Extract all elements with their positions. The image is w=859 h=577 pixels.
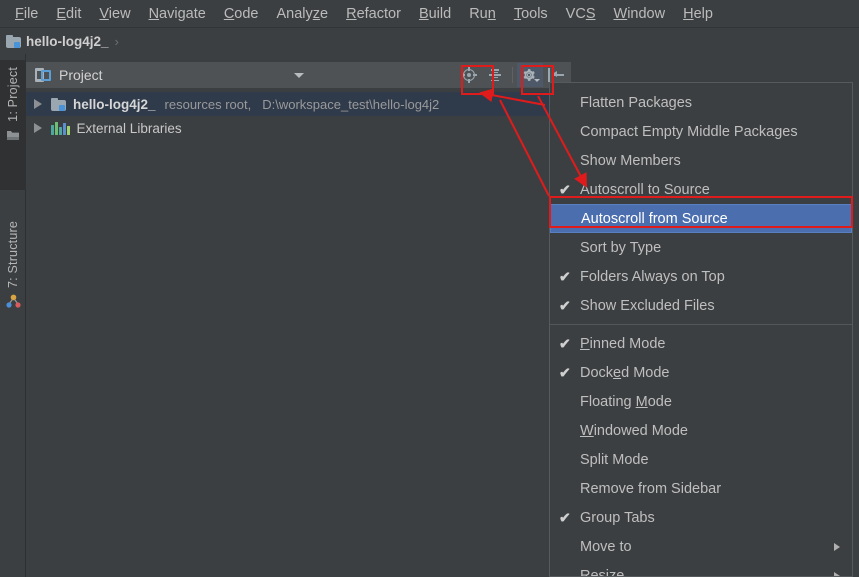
menu-item-label: Pinned Mode <box>580 335 666 352</box>
tool-window-button-structure[interactable]: 7: Structure <box>0 214 26 344</box>
tool-window-button-structure-label: 7: Structure <box>6 221 20 289</box>
tree-node-label: External Libraries <box>76 120 182 136</box>
check-icon: ✔ <box>559 364 571 380</box>
menu-item-label: Group Tabs <box>580 509 655 526</box>
ide-window: File Edit View Navigate Code Analyze Refactor B… <box>0 0 859 577</box>
menu-item-sort-by-type[interactable]: Sort by Type <box>550 233 852 262</box>
menu-window[interactable]: Window <box>605 3 675 25</box>
toolbar-separator <box>512 67 513 83</box>
breadcrumb-label: hello-log4j2_ <box>26 33 109 49</box>
breadcrumb-project[interactable]: hello-log4j2_ <box>6 34 109 49</box>
menu-item-show-excluded-files[interactable]: ✔ Show Excluded Files <box>550 291 852 320</box>
menu-item-label: Autoscroll to Source <box>580 181 710 198</box>
tool-window-button-project[interactable]: 1: Project <box>0 60 26 190</box>
collapse-all-button[interactable] <box>482 63 508 87</box>
menu-item-label: Compact Empty Middle Packages <box>580 123 798 140</box>
menu-item-floating-mode[interactable]: Floating Mode <box>550 387 852 416</box>
tree-row[interactable]: External Libraries <box>26 116 571 140</box>
breadcrumb-separator: › <box>114 33 119 49</box>
gear-icon <box>522 67 540 83</box>
menu-item-move-to[interactable]: Move to <box>550 532 852 561</box>
menu-item-label: Resize <box>580 567 625 577</box>
menu-code[interactable]: Code <box>215 3 268 25</box>
menu-item-label: Split Mode <box>580 451 649 468</box>
menu-item-split-mode[interactable]: Split Mode <box>550 445 852 474</box>
menu-navigate[interactable]: Navigate <box>140 3 215 25</box>
menu-item-label: Show Members <box>580 152 681 169</box>
menu-item-folders-always-on-top[interactable]: ✔ Folders Always on Top <box>550 262 852 291</box>
menu-item-pinned-mode[interactable]: ✔ Pinned Mode <box>550 329 852 358</box>
menu-run[interactable]: Run <box>460 3 505 25</box>
libraries-icon <box>51 121 70 135</box>
target-icon <box>461 67 477 83</box>
project-tree: hello-log4j2_ resources root, D:\workspace… <box>26 92 571 140</box>
menu-item-label: Remove from Sidebar <box>580 480 722 497</box>
menu-help[interactable]: Help <box>674 3 722 25</box>
check-icon: ✔ <box>559 509 571 525</box>
menu-separator <box>550 324 852 325</box>
menu-item-autoscroll-to-source[interactable]: ✔ Autoscroll to Source <box>550 175 852 204</box>
project-icon <box>6 128 20 147</box>
module-folder-icon <box>6 34 21 48</box>
menu-item-label: Autoscroll from Source <box>581 210 728 227</box>
menu-item-resize[interactable]: Resize <box>550 561 852 577</box>
menu-view[interactable]: View <box>90 3 139 25</box>
submenu-arrow-icon <box>834 542 840 551</box>
menu-item-label: Floating Mode <box>580 393 672 410</box>
tree-row[interactable]: hello-log4j2_ resources root, D:\workspace… <box>26 92 571 116</box>
tree-node-path: D:\workspace_test\hello-log4j2 <box>262 96 440 112</box>
left-tool-window-strip: 1: Project 7: Structure <box>0 54 26 577</box>
menu-refactor[interactable]: Refactor <box>337 3 410 25</box>
menu-item-label: Windowed Mode <box>580 422 689 439</box>
menu-analyze[interactable]: Analyze <box>268 3 338 25</box>
collapse-all-icon <box>487 67 503 83</box>
menu-item-group-tabs[interactable]: ✔ Group Tabs <box>550 503 852 532</box>
menu-item-label: Docked Mode <box>580 364 670 381</box>
menu-item-compact-empty-middle-packages[interactable]: Compact Empty Middle Packages <box>550 117 852 146</box>
gear-dropdown-caret <box>533 79 540 82</box>
select-opened-file-button[interactable] <box>456 63 482 87</box>
show-options-menu-button[interactable] <box>517 63 543 87</box>
expand-arrow-icon[interactable] <box>34 99 42 109</box>
check-icon: ✔ <box>559 181 571 197</box>
menu-item-label: Sort by Type <box>580 239 662 256</box>
main-menu-bar: File Edit View Navigate Code Analyze Refactor B… <box>0 0 859 28</box>
check-icon: ✔ <box>559 297 571 313</box>
module-folder-icon <box>51 97 66 111</box>
menu-item-windowed-mode[interactable]: Windowed Mode <box>550 416 852 445</box>
tree-node-hint: resources root, <box>164 96 252 112</box>
hide-left-icon <box>547 68 565 82</box>
menu-item-label: Folders Always on Top <box>580 268 725 285</box>
tree-node-label: hello-log4j2_ <box>73 96 156 112</box>
project-panel-title: Project <box>59 67 103 83</box>
menu-item-show-members[interactable]: Show Members <box>550 146 852 175</box>
menu-item-remove-from-sidebar[interactable]: Remove from Sidebar <box>550 474 852 503</box>
submenu-arrow-icon <box>834 571 840 576</box>
menu-edit[interactable]: Edit <box>47 3 90 25</box>
project-view-icon <box>35 68 51 82</box>
menu-item-label: Move to <box>580 538 632 555</box>
menu-item-label: Flatten Packages <box>580 94 693 111</box>
menu-item-flatten-packages[interactable]: Flatten Packages <box>550 88 852 117</box>
view-options-popup-menu: Flatten Packages Compact Empty Middle Pac… <box>549 82 853 577</box>
menu-file[interactable]: File <box>6 3 47 25</box>
chevron-down-icon[interactable] <box>294 73 304 78</box>
menu-item-label: Show Excluded Files <box>580 297 715 314</box>
structure-icon <box>5 294 21 314</box>
menu-item-autoscroll-from-source[interactable]: Autoscroll from Source <box>550 204 852 233</box>
menu-vcs[interactable]: VCS <box>557 3 605 25</box>
tool-window-button-project-label: 1: Project <box>6 67 20 122</box>
check-icon: ✔ <box>559 268 571 284</box>
navigation-bar: hello-log4j2_ › <box>0 28 859 54</box>
expand-arrow-icon[interactable] <box>34 123 42 133</box>
menu-tools[interactable]: Tools <box>505 3 557 25</box>
menu-build[interactable]: Build <box>410 3 460 25</box>
check-icon: ✔ <box>559 335 571 351</box>
menu-item-docked-mode[interactable]: ✔ Docked Mode <box>550 358 852 387</box>
